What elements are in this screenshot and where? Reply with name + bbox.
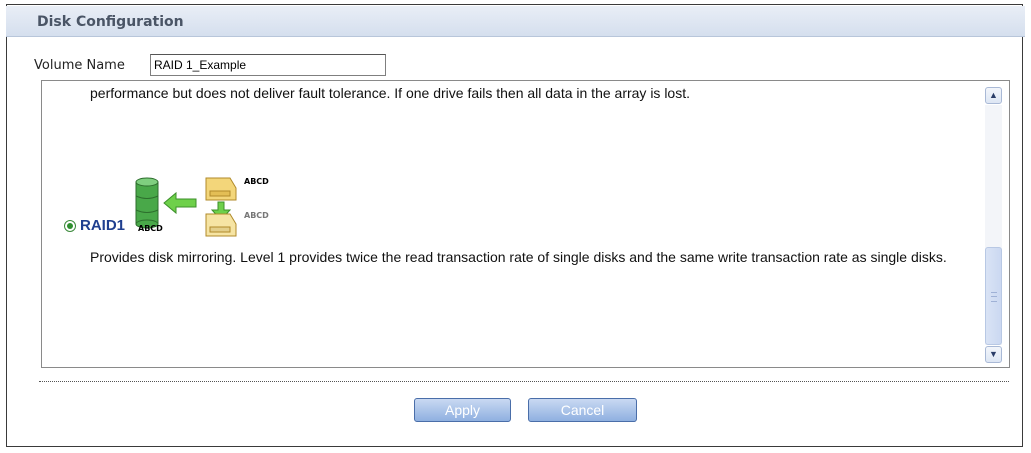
raid1-description: Provides disk mirroring. Level 1 provide… xyxy=(90,249,947,265)
diagram-tag: ABCD xyxy=(138,224,163,233)
disk-icon xyxy=(205,213,237,237)
diagram-tag: ABCD xyxy=(244,177,269,186)
volume-name-input[interactable] xyxy=(150,54,386,76)
arrow-left-icon xyxy=(163,191,197,215)
database-icon xyxy=(135,177,159,229)
chevron-down-icon: ▼ xyxy=(989,349,998,359)
apply-button[interactable]: Apply xyxy=(414,398,511,422)
scroll-thumb[interactable] xyxy=(985,247,1002,345)
grip-icon xyxy=(991,292,997,302)
raid1-radio[interactable] xyxy=(64,219,76,232)
divider xyxy=(39,381,1009,382)
disk-icon xyxy=(205,177,237,201)
vertical-scrollbar[interactable]: ▲ ▼ xyxy=(983,87,1005,363)
raid1-label: RAID1 xyxy=(80,217,126,234)
raid1-diagram xyxy=(135,177,237,237)
previous-option-description: performance but does not deliver fault t… xyxy=(90,85,690,101)
diagram-tag: ABCD xyxy=(244,211,269,220)
scroll-down-button[interactable]: ▼ xyxy=(985,346,1002,363)
volume-name-label: Volume Name xyxy=(34,58,125,73)
chevron-up-icon: ▲ xyxy=(989,90,998,100)
panel-title: Disk Configuration xyxy=(37,14,184,30)
raid-options-scrollbox[interactable]: performance but does not deliver fault t… xyxy=(41,80,1010,368)
panel-header: Disk Configuration xyxy=(6,6,1025,37)
scroll-track[interactable] xyxy=(985,105,1002,345)
scroll-up-button[interactable]: ▲ xyxy=(985,87,1002,104)
cancel-button[interactable]: Cancel xyxy=(528,398,637,422)
raid1-option[interactable]: RAID1 xyxy=(64,217,125,234)
